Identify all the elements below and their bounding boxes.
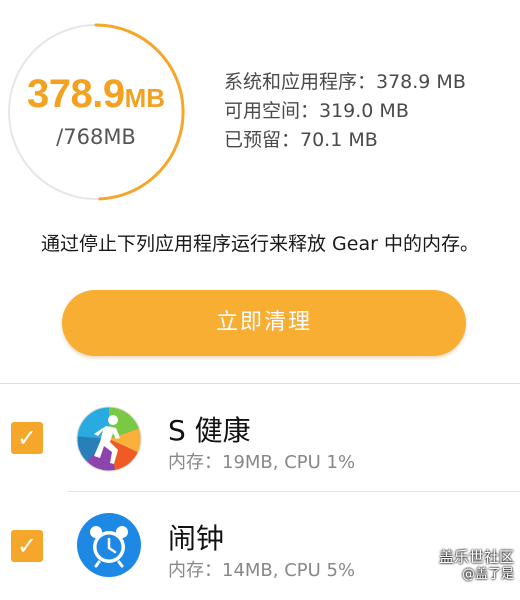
checkmark-icon: ✓ (16, 424, 38, 452)
used-memory-unit: MB (124, 83, 166, 113)
watermark-line1: 盖乐世社区 (438, 548, 514, 566)
app-memory-cpu: 内存：19MB, CPU 1% (168, 452, 356, 473)
watermark-line2: @盖了是 (461, 567, 514, 582)
stat-system-apps: 系统和应用程序：378.9 MB (224, 71, 466, 93)
app-name: 闹钟 (168, 522, 225, 555)
used-memory-value: 378.9MB (14, 74, 178, 114)
app-checkbox[interactable]: ✓ (11, 422, 43, 454)
stat-reserved: 已预留：70.1 MB (224, 129, 378, 151)
description-text: 通过停止下列应用程序运行来释放 Gear 中的内存。 (41, 233, 479, 255)
memory-stats: 系统和应用程序：378.9 MB 可用空间：319.0 MB 已预留：70.1 … (224, 68, 466, 155)
total-memory-value: /768MB (56, 125, 136, 149)
clean-now-button[interactable]: 立即清理 (62, 290, 466, 356)
checkmark-icon: ✓ (16, 532, 38, 560)
used-memory-number: 378.9 (26, 72, 125, 116)
s-health-icon (76, 406, 142, 472)
watermark: 盖乐世社区 @盖了是 (439, 548, 514, 584)
app-row-s-health[interactable]: ✓ S 健康 内存：19MB, CPU 1% (0, 384, 520, 484)
app-name: S 健康 (168, 414, 251, 447)
app-memory-cpu: 内存：14MB, CPU 5% (168, 560, 356, 581)
app-checkbox[interactable]: ✓ (11, 530, 43, 562)
stat-available: 可用空间：319.0 MB (224, 100, 409, 122)
alarm-clock-icon (77, 513, 141, 577)
